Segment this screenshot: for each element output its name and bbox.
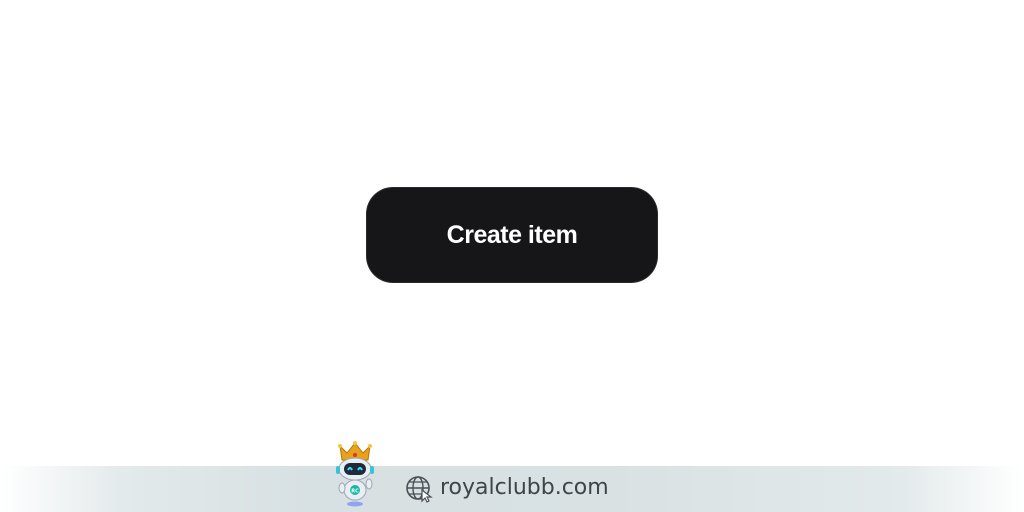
page: Create item RC royalclubb.com (0, 0, 1024, 512)
watermark-site-url: royalclubb.com (440, 475, 609, 500)
robot-mascot-logo: RC (336, 441, 374, 507)
create-item-button[interactable]: Create item (367, 188, 657, 282)
mascot-badge: RC (351, 489, 359, 495)
globe-icon (406, 476, 433, 503)
